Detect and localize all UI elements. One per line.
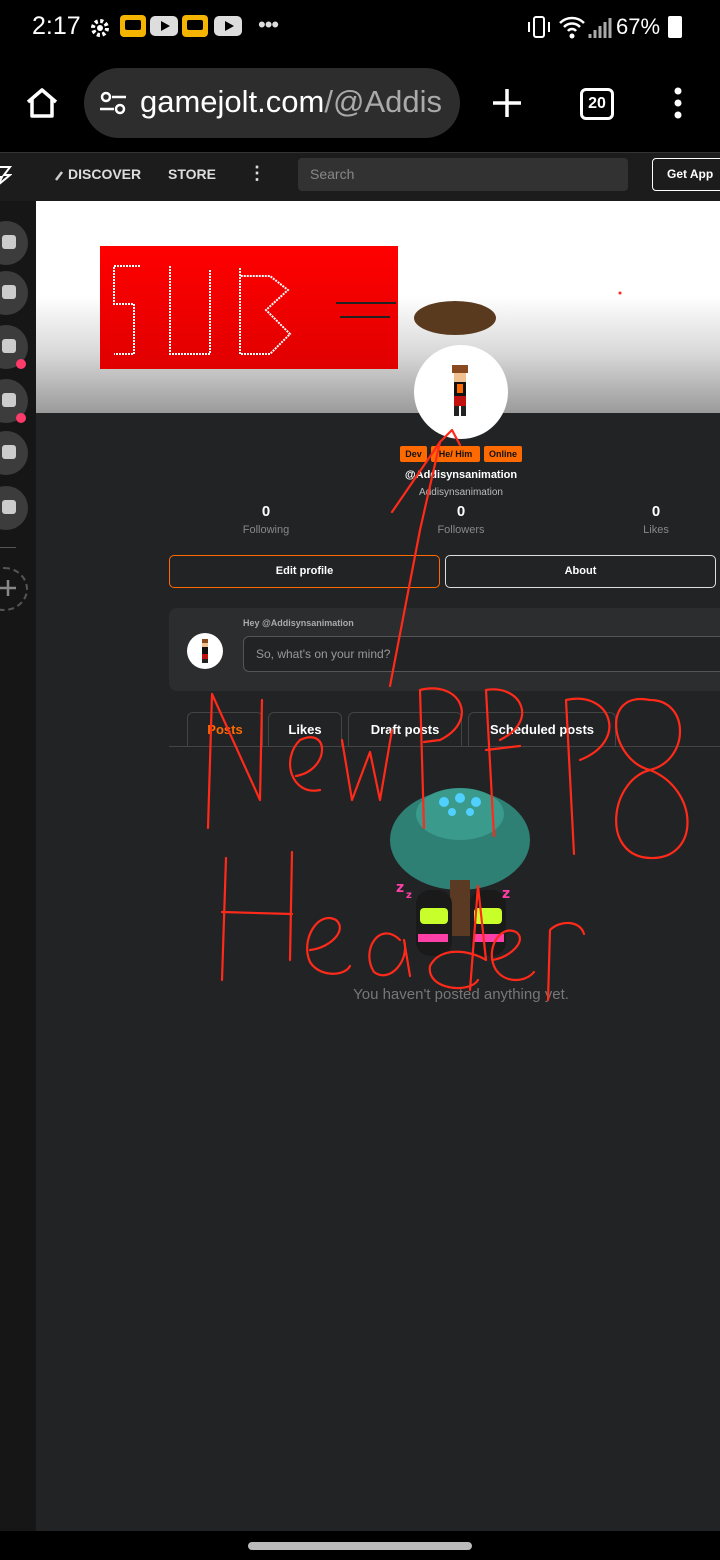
tab-posts[interactable]: Posts bbox=[187, 712, 263, 747]
more-notifications-icon: ••• bbox=[258, 12, 279, 37]
status-bar: 2:17 ••• 67% bbox=[0, 0, 720, 56]
gamejolt-logo-icon[interactable] bbox=[0, 165, 12, 187]
clock: 2:17 bbox=[32, 12, 81, 40]
sidebar-profile-icon[interactable] bbox=[0, 221, 28, 265]
stat-label: Followers bbox=[437, 524, 485, 536]
new-tab-icon[interactable] bbox=[490, 86, 524, 120]
badge-online: Online bbox=[484, 446, 522, 462]
signal-icon bbox=[588, 18, 612, 38]
battery-level: 67% bbox=[616, 14, 661, 39]
edit-profile-button[interactable]: Edit profile bbox=[169, 555, 440, 588]
youtube-icon bbox=[150, 16, 178, 36]
youtube-icon bbox=[214, 16, 242, 36]
profile-display-name: Addisynsanimation bbox=[419, 487, 503, 498]
profile-header-banner bbox=[36, 201, 720, 413]
site-settings-icon[interactable] bbox=[98, 88, 128, 118]
stat-followers[interactable]: 0 Followers bbox=[401, 503, 521, 536]
post-composer: Hey @Addisynsanimation So, what's on you… bbox=[169, 608, 720, 691]
avatar-character bbox=[452, 365, 468, 416]
discover-icon bbox=[55, 171, 63, 181]
vibrate-icon bbox=[528, 16, 550, 38]
composer-avatar bbox=[187, 633, 223, 669]
tab-switcher-button[interactable]: 20 bbox=[580, 88, 614, 120]
gesture-home-bar[interactable] bbox=[248, 1542, 472, 1550]
nav-discover[interactable]: DISCOVER bbox=[68, 166, 141, 182]
stat-likes[interactable]: 0 Likes bbox=[596, 503, 716, 536]
battery-icon bbox=[668, 16, 682, 38]
composer-avatar-character bbox=[202, 639, 208, 663]
search-input[interactable]: Search bbox=[298, 158, 628, 191]
stat-value: 0 bbox=[651, 503, 661, 520]
notification-dot bbox=[16, 413, 26, 423]
header-dashes bbox=[336, 302, 396, 318]
tab-draft-posts[interactable]: Draft posts bbox=[348, 712, 462, 747]
composer-placeholder: So, what's on your mind? bbox=[256, 647, 391, 661]
stat-value: 0 bbox=[261, 503, 271, 520]
wifi-icon bbox=[559, 16, 585, 39]
stat-value: 0 bbox=[456, 503, 466, 520]
site-navbar: DISCOVER STORE ⋮ Search Get App bbox=[0, 152, 720, 202]
sidebar-divider bbox=[0, 547, 16, 548]
settings-icon bbox=[91, 19, 109, 37]
url-text: gamejolt.com/@Addis bbox=[140, 84, 442, 120]
url-path: /@Addis bbox=[324, 84, 442, 119]
empty-state-text: You haven't posted anything yet. bbox=[353, 986, 569, 1003]
add-community-button[interactable] bbox=[0, 567, 28, 611]
plus-icon bbox=[0, 580, 16, 596]
browser-toolbar: gamejolt.com/@Addis 20 bbox=[0, 56, 720, 152]
badge-pronouns: He/ Him bbox=[431, 446, 480, 462]
composer-input[interactable]: So, what's on your mind? bbox=[243, 636, 720, 672]
tabs-divider bbox=[169, 746, 720, 747]
tab-scheduled-posts[interactable]: Scheduled posts bbox=[468, 712, 616, 747]
get-app-label: Get App bbox=[667, 167, 714, 181]
badge-dev: Dev bbox=[400, 446, 427, 462]
profile-username: @Addisynsanimation bbox=[404, 469, 518, 481]
get-app-button[interactable]: Get App bbox=[652, 158, 720, 191]
notification-dot bbox=[16, 359, 26, 369]
composer-greeting: Hey @Addisynsanimation bbox=[243, 618, 354, 628]
about-button[interactable]: About bbox=[445, 555, 716, 588]
sidebar-store-icon[interactable] bbox=[0, 271, 28, 315]
avatar[interactable] bbox=[414, 345, 508, 439]
header-cookie-image bbox=[414, 301, 496, 335]
nav-store[interactable]: STORE bbox=[168, 166, 216, 182]
stat-following[interactable]: 0 Following bbox=[206, 503, 326, 536]
svg-text:z: z bbox=[406, 890, 412, 901]
stat-label: Following bbox=[242, 524, 290, 536]
stat-label: Likes bbox=[643, 524, 669, 536]
home-icon[interactable] bbox=[24, 86, 60, 120]
files-app-icon bbox=[120, 15, 146, 37]
files-app-icon bbox=[182, 15, 208, 37]
svg-text:z: z bbox=[502, 886, 510, 902]
empty-state-illustration: z z z bbox=[390, 788, 530, 956]
search-placeholder: Search bbox=[310, 166, 355, 182]
svg-text:z: z bbox=[396, 880, 404, 896]
browser-menu-icon[interactable] bbox=[670, 86, 686, 120]
url-domain: gamejolt.com bbox=[140, 84, 325, 119]
left-sidebar bbox=[0, 201, 36, 1531]
nav-more-icon[interactable]: ⋮ bbox=[248, 163, 266, 184]
tab-likes[interactable]: Likes bbox=[268, 712, 342, 747]
address-bar[interactable]: gamejolt.com/@Addis bbox=[84, 68, 460, 138]
